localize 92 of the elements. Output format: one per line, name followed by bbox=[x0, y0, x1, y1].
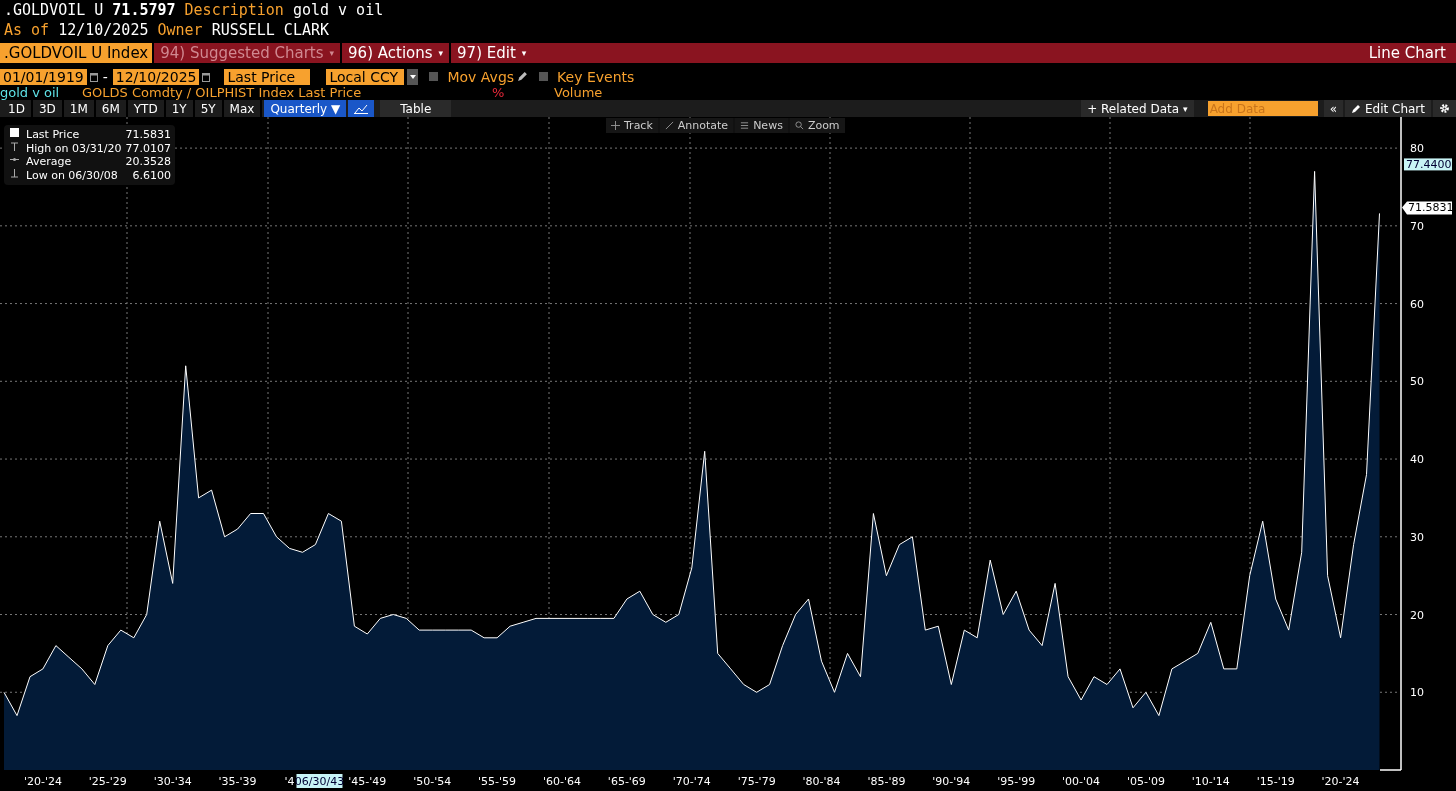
legend-value: 6.6100 bbox=[131, 168, 171, 182]
square-icon bbox=[10, 128, 19, 137]
axis-label: '90-'94 bbox=[932, 775, 971, 788]
axis-label: '75-'79 bbox=[737, 775, 776, 788]
checkbox[interactable] bbox=[539, 72, 549, 81]
related-data-button[interactable]: + Related Data ▾ bbox=[1081, 100, 1194, 117]
axis-label: '85-'89 bbox=[867, 775, 906, 788]
axis-label: '80-'84 bbox=[802, 775, 841, 788]
chart-tool-button[interactable]: Track bbox=[606, 118, 658, 133]
as-of-label: As of bbox=[4, 20, 50, 40]
chart-tool-button[interactable]: News bbox=[735, 118, 788, 133]
ticker: .GOLDVOIL U bbox=[4, 0, 104, 20]
security-field[interactable]: .GOLDVOIL U Index bbox=[0, 43, 153, 63]
pencil-icon[interactable] bbox=[517, 71, 529, 82]
caret-icon: ▾ bbox=[438, 48, 444, 58]
legend-value: 71.5831 bbox=[125, 128, 171, 142]
last-price-tag: 71.5831 bbox=[1402, 201, 1454, 215]
legend-value: 20.3528 bbox=[125, 155, 171, 169]
legend-label: Average bbox=[26, 155, 73, 169]
chart-tool-button[interactable]: Zoom bbox=[789, 118, 845, 133]
volume-label: Volume bbox=[554, 85, 603, 100]
axis-label: '35-'39 bbox=[218, 775, 257, 788]
axis-label: 40 bbox=[1410, 453, 1424, 467]
axis-label: '60-'64 bbox=[543, 775, 581, 788]
option-label: Mov Avgs bbox=[447, 68, 515, 85]
axis-label: '10-'14 bbox=[1191, 775, 1230, 788]
axis-label: '50-'54 bbox=[413, 775, 452, 788]
axis-label: 30 bbox=[1410, 530, 1424, 544]
caret-icon: ▾ bbox=[521, 48, 527, 58]
axis-label: '30-'34 bbox=[153, 775, 192, 788]
legend-label: Low on 06/30/08 bbox=[26, 168, 119, 182]
high-marker-icon bbox=[10, 141, 19, 151]
caret-icon bbox=[409, 74, 416, 79]
axis-label: 60 bbox=[1410, 297, 1424, 311]
series-formula: GOLDS Comdty / OILPHIST Index Last Price bbox=[82, 85, 363, 100]
line-chart-button[interactable] bbox=[348, 100, 375, 117]
axis-label: '45-'49 bbox=[348, 775, 387, 788]
axis-label: '95-'99 bbox=[997, 775, 1036, 788]
average-marker-icon bbox=[10, 155, 19, 164]
chart-tool-button[interactable]: Annotate bbox=[659, 118, 734, 133]
calendar-icon[interactable] bbox=[89, 71, 98, 82]
table-button[interactable]: Table bbox=[380, 100, 452, 117]
axis-label: 80 bbox=[1410, 142, 1424, 156]
start-date-field[interactable]: 01/01/1919 bbox=[0, 68, 87, 85]
legend-label: High on 03/31/20 bbox=[26, 141, 122, 155]
frequency-dropdown[interactable]: Quarterly ▼ bbox=[264, 100, 347, 117]
crosshair-icon bbox=[611, 121, 620, 130]
axis-label: '25-'29 bbox=[88, 775, 127, 788]
settings-button[interactable] bbox=[1433, 100, 1456, 117]
owner-label: Owner bbox=[157, 20, 203, 40]
description: gold v oil bbox=[292, 0, 384, 20]
list-icon bbox=[740, 121, 750, 130]
series-name: gold v oil bbox=[0, 85, 61, 100]
axis-label: '70-'74 bbox=[672, 775, 711, 788]
axis-label: '55-'59 bbox=[478, 775, 517, 788]
settings-icon bbox=[1439, 103, 1450, 114]
edit-chart-button[interactable]: Edit Chart bbox=[1344, 100, 1431, 117]
axis-label: '20-'24 bbox=[23, 775, 62, 788]
collapse-button[interactable]: « bbox=[1323, 100, 1343, 117]
description-label: Description bbox=[184, 0, 284, 20]
checkbox[interactable] bbox=[429, 72, 439, 81]
axis-label: '65-'69 bbox=[607, 775, 646, 788]
axis-label: '20-'24 bbox=[1321, 775, 1360, 788]
end-date-field[interactable]: 12/10/2025 bbox=[112, 68, 200, 85]
legend-value: 77.0107 bbox=[125, 141, 171, 155]
date-separator: - bbox=[102, 68, 108, 85]
search-icon bbox=[794, 121, 804, 130]
axis-label: 10 bbox=[1410, 686, 1424, 700]
low-marker-icon bbox=[10, 168, 19, 178]
chart-type-title: Line Chart bbox=[1368, 43, 1447, 63]
axis-label: '05-'09 bbox=[1126, 775, 1165, 788]
legend-label: Last Price bbox=[26, 128, 81, 142]
peak-tag: 77.4400 bbox=[1404, 158, 1452, 172]
axis-label: 50 bbox=[1410, 375, 1424, 389]
percent-toggle[interactable]: % bbox=[492, 85, 554, 100]
axis-label: '15-'19 bbox=[1256, 775, 1295, 788]
price: 71.5797 bbox=[112, 0, 176, 20]
axis-label: 70 bbox=[1410, 219, 1424, 233]
calendar-icon[interactable] bbox=[202, 71, 211, 82]
axis-label: 20 bbox=[1410, 608, 1424, 622]
caret-icon: ▾ bbox=[329, 48, 335, 58]
dropdown-button[interactable] bbox=[407, 68, 419, 85]
axis-label: '00-'04 bbox=[1062, 775, 1101, 788]
field-selector[interactable]: Last Price bbox=[224, 68, 311, 85]
caret-icon: ▾ bbox=[1183, 103, 1188, 114]
axis-label: '4 bbox=[284, 775, 295, 788]
as-of-date: 12/10/2025 bbox=[58, 20, 149, 40]
owner-name: RUSSELL CLARK bbox=[211, 20, 330, 40]
line-chart-icon bbox=[354, 103, 369, 114]
pencil-icon bbox=[1350, 103, 1361, 114]
currency-dropdown[interactable]: Local CCY bbox=[326, 68, 405, 85]
option-label: Key Events bbox=[557, 68, 635, 85]
